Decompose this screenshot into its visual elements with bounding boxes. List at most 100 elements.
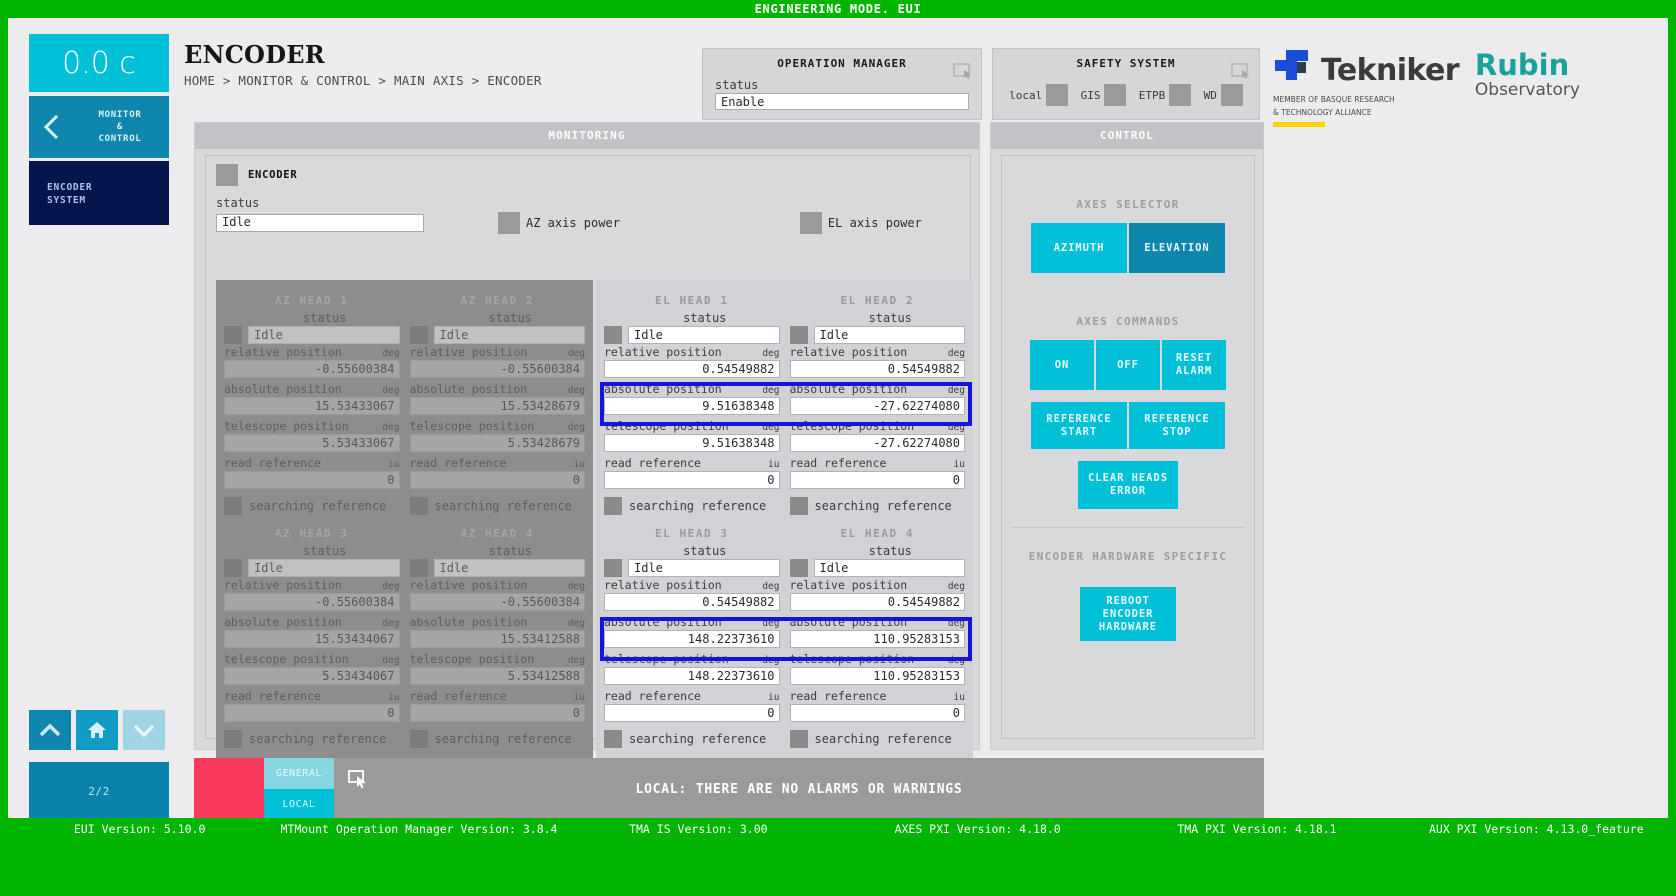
az-head-1-relpos-unit: deg: [382, 348, 400, 359]
az-head-2-relpos-value: -0.55600384: [409, 360, 585, 378]
popout-icon[interactable]: [953, 63, 973, 79]
sidebar-item-encoder-system[interactable]: ENCODER SYSTEM: [29, 161, 169, 225]
tab-general-label: GENERAL: [275, 768, 323, 779]
az-head-1-status-label: status: [303, 311, 347, 325]
alarm-tabs: GENERAL LOCAL: [264, 758, 334, 820]
az-head-3-telpos-unit: deg: [382, 655, 400, 666]
version-tma-pxi: TMA PXI Version: 4.18.1: [1177, 822, 1337, 836]
home-button[interactable]: [76, 710, 118, 750]
el-head-4-readref-label: read reference: [789, 689, 887, 703]
el-head-1-abspos-label: absolute position: [604, 382, 722, 396]
az-head-4-abspos-label: absolute position: [409, 615, 528, 629]
el-head-2-abspos-unit: deg: [947, 385, 965, 396]
el-head-2-readref-label: read reference: [789, 456, 887, 470]
el-head-2-relpos-label: relative position: [789, 345, 908, 359]
encoder-state-led: [216, 164, 238, 186]
az-head-1-status-value: Idle: [248, 326, 400, 344]
el-head-4-abspos-unit: deg: [947, 618, 965, 629]
az-head-4-readref-label: read reference: [409, 689, 507, 703]
az-head-1-searching-label: searching reference: [249, 499, 387, 513]
sidebar-item-monitor-control[interactable]: MONITOR & CONTROL: [29, 96, 169, 158]
az-head-3-status-row: Idle: [222, 559, 402, 577]
clear-heads-error-button[interactable]: CLEAR HEADS ERROR: [1078, 461, 1178, 509]
reference-stop-label-1: REFERENCE: [1144, 412, 1210, 425]
az-head-3-searching-led: [224, 730, 242, 748]
az-head-2-relpos-label: relative position: [409, 345, 528, 359]
monitoring-section: MONITORING ENCODER status Idle AZ axis p…: [194, 122, 980, 760]
tab-general[interactable]: GENERAL: [264, 758, 334, 789]
elevation-button[interactable]: ELEVATION: [1129, 223, 1225, 273]
az-head-1-searching-ref: searching reference: [222, 497, 402, 515]
az-head-3-status-led: [224, 559, 242, 577]
el-head-1-title: EL HEAD 1: [655, 294, 729, 307]
el-head-4-relpos-value: 0.54549882: [789, 593, 965, 611]
az-head-2-readref-label: read reference: [409, 456, 507, 470]
el-head-3-status-value: Idle: [628, 559, 780, 577]
el-head-2-telpos-label: telescope position: [789, 419, 915, 433]
el-head-4-title: EL HEAD 4: [840, 527, 914, 540]
el-head-1-abspos-unit: deg: [762, 385, 780, 396]
reset-alarm-button[interactable]: RESET ALARM: [1162, 340, 1226, 390]
az-axis-power-indicator: AZ axis power: [498, 212, 620, 234]
az-head-4-relpos-value: -0.55600384: [409, 593, 585, 611]
az-head-2-status-led: [409, 326, 428, 344]
scroll-up-button[interactable]: [29, 710, 71, 750]
el-head-3-readref-value: 0: [604, 704, 780, 722]
az-head-3-abspos-label: absolute position: [224, 615, 342, 629]
alarm-bar: GENERAL LOCAL LOCAL: THERE ARE NO ALARMS…: [194, 758, 1264, 820]
az-head-1: AZ HEAD 1 status Idle relative position d…: [222, 286, 402, 519]
el-head-2-title: EL HEAD 2: [840, 294, 914, 307]
el-head-4-searching-led: [789, 730, 808, 748]
az-head-4-readref-value: 0: [409, 704, 585, 722]
el-head-3-searching-ref: searching reference: [602, 730, 782, 748]
el-head-2-status-led: [789, 326, 808, 344]
az-head-3-readref-unit: iu: [388, 692, 400, 703]
page-indicator[interactable]: 2/2: [29, 762, 169, 820]
off-button[interactable]: OFF: [1096, 340, 1160, 390]
temperature-value: 0.0 c: [62, 45, 136, 81]
reference-stop-button[interactable]: REFERENCE STOP: [1129, 402, 1225, 449]
el-head-3-title: EL HEAD 3: [655, 527, 729, 540]
az-head-2-status-value: Idle: [433, 326, 585, 344]
sidebar-nav-buttons: [29, 710, 165, 750]
az-head-3-readref-label: read reference: [224, 689, 321, 703]
on-button[interactable]: ON: [1030, 340, 1094, 390]
control-divider: [1012, 527, 1244, 528]
az-head-1-abspos-unit: deg: [382, 385, 400, 396]
tab-local[interactable]: LOCAL: [264, 789, 334, 820]
az-head-4-status-label: status: [488, 544, 532, 558]
el-head-4: EL HEAD 4 status Idle relative position d…: [788, 519, 968, 752]
az-head-1-telpos-value: 5.53433067: [224, 434, 400, 452]
safety-indicator-local-label: local: [1009, 88, 1043, 102]
safety-indicator-wd-label: WD: [1203, 88, 1217, 102]
operation-manager-panel: OPERATION MANAGER status Enable: [702, 48, 982, 120]
logo-group: Tekniker MEMBER OF BASQUE RESEARCH & TEC…: [1273, 48, 1580, 127]
az-head-3-telpos-value: 5.53434067: [224, 667, 400, 685]
scroll-down-button[interactable]: [123, 710, 165, 750]
off-button-label: OFF: [1117, 358, 1139, 371]
el-head-2-searching-label: searching reference: [814, 499, 952, 513]
el-head-2-searching-ref: searching reference: [788, 497, 968, 515]
nav-line-3: CONTROL: [98, 134, 142, 144]
azimuth-button[interactable]: AZIMUTH: [1031, 223, 1127, 273]
az-head-1-relpos-value: -0.55600384: [224, 360, 400, 378]
el-head-3-telpos-value: 148.22373610: [604, 667, 780, 685]
reboot-encoder-hardware-button[interactable]: REBOOT ENCODER HARDWARE: [1080, 587, 1176, 641]
safety-indicator-wd: WD: [1204, 84, 1243, 106]
safety-indicator-local-led: [1046, 84, 1069, 106]
az-head-2-telpos-label: telescope position: [409, 419, 535, 433]
az-head-3-readref-value: 0: [224, 704, 400, 722]
az-head-1-readref-label: read reference: [224, 456, 321, 470]
encoder-hardware-specific-label: ENCODER HARDWARE SPECIFIC: [1028, 550, 1228, 563]
tekniker-tagline-1: MEMBER OF BASQUE RESEARCH: [1273, 95, 1395, 104]
version-row: EUI Version: 5.10.0 MTMount Operation Ma…: [0, 818, 1676, 836]
az-head-2-readref-unit: iu: [573, 459, 585, 470]
safety-system-panel: SAFETY SYSTEM local GIS ETPB WD: [992, 48, 1260, 120]
reference-start-button[interactable]: REFERENCE START: [1031, 402, 1127, 449]
el-head-3-status-label: status: [683, 544, 727, 558]
el-head-2-status-row: Idle: [788, 326, 968, 344]
engineering-mode-banner: ENGINEERING MODE. EUI: [0, 0, 1676, 18]
popout-icon[interactable]: [1231, 63, 1251, 79]
el-head-1-searching-label: searching reference: [629, 499, 767, 513]
safety-system-title: SAFETY SYSTEM: [1076, 57, 1176, 70]
